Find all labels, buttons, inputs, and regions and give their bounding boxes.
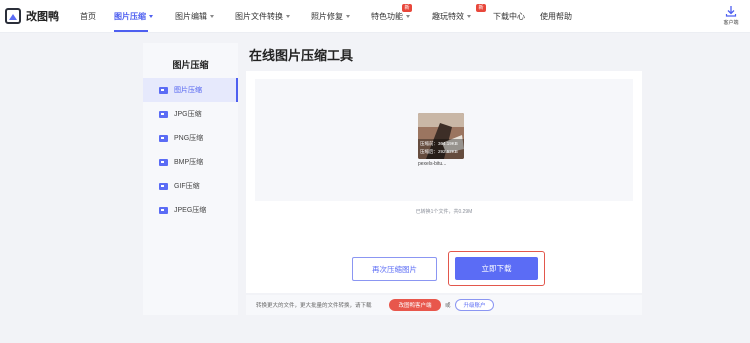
page-title: 在线图片压缩工具 (249, 48, 354, 63)
size-after-label: 压缩后：292.52KB (420, 149, 458, 154)
nav-fun-effects-label: 趣玩特效 (432, 12, 464, 21)
logo-icon (5, 8, 21, 24)
new-badge: 新 (476, 4, 486, 12)
download-now-button[interactable]: 立即下载 (455, 257, 538, 280)
image-icon (159, 134, 168, 142)
chevron-down-icon (346, 15, 350, 19)
upgrade-account-button[interactable]: 升级账户 (455, 299, 494, 311)
client-download-button[interactable]: 客户端 (718, 5, 744, 26)
nav-home[interactable]: 首页 (80, 11, 96, 22)
file-name: pexels-bitu... (418, 161, 447, 167)
sidebar-item-label: PNG压缩 (174, 135, 204, 142)
result-panel: 压缩前：364.19KB 压缩后：292.52KB pexels-bitu...… (246, 71, 642, 293)
nav-image-edit-label: 图片编辑 (175, 12, 207, 21)
chevron-down-icon (467, 15, 471, 19)
chevron-down-icon (149, 15, 153, 19)
chevron-down-icon (210, 15, 214, 19)
sidebar: 图片压缩 图片压缩 JPG压缩 PNG压缩 BMP压缩 GIF压缩 JPEG压缩 (143, 43, 238, 315)
nav-image-compress-label: 图片压缩 (114, 12, 146, 21)
file-thumbnail[interactable]: 压缩前：364.19KB 压缩后：292.52KB (418, 113, 464, 159)
client-download-pill-button[interactable]: 改图鸭客户端 (389, 299, 441, 311)
image-icon (159, 206, 168, 214)
logo[interactable]: 改图鸭 (5, 8, 59, 24)
sidebar-item-gif[interactable]: GIF压缩 (143, 174, 238, 198)
logo-text: 改图鸭 (26, 11, 59, 23)
upgrade-prompt-text: 转换更大的文件，更大批量的文件转换，请下载 (256, 303, 372, 309)
nav-help[interactable]: 使用帮助 (540, 11, 572, 22)
chevron-down-icon (286, 15, 290, 19)
top-navbar: 改图鸭 首页 图片压缩 图片编辑 图片文件转换 照片修复 特色功能 趣玩特效 下… (0, 0, 750, 33)
or-text: 或 (445, 303, 451, 309)
download-icon (725, 6, 737, 17)
nav-active-indicator (114, 30, 148, 32)
nav-photo-repair-label: 照片修复 (311, 12, 343, 21)
sidebar-item-image-compress[interactable]: 图片压缩 (143, 78, 238, 102)
image-icon (159, 158, 168, 166)
file-preview-area: 压缩前：364.19KB 压缩后：292.52KB pexels-bitu... (255, 79, 633, 201)
sidebar-item-label: JPG压缩 (174, 111, 202, 118)
sidebar-item-png[interactable]: PNG压缩 (143, 126, 238, 150)
new-badge: 新 (402, 4, 412, 12)
nav-fun-effects[interactable]: 趣玩特效 (432, 11, 471, 22)
upgrade-prompt-bar: 转换更大的文件，更大批量的文件转换，请下载 改图鸭客户端 或 升级账户 (246, 295, 642, 315)
image-icon (159, 110, 168, 118)
sidebar-item-label: 图片压缩 (174, 87, 202, 94)
image-icon (159, 182, 168, 190)
nav-image-edit[interactable]: 图片编辑 (175, 11, 214, 22)
sidebar-title: 图片压缩 (172, 60, 209, 70)
sidebar-item-bmp[interactable]: BMP压缩 (143, 150, 238, 174)
nav-special-features[interactable]: 特色功能 (371, 11, 410, 22)
image-icon (159, 86, 168, 94)
client-download-label: 客户端 (723, 20, 739, 26)
conversion-summary: 已转换1个文件，共0.29M (415, 209, 473, 215)
sidebar-item-label: GIF压缩 (174, 183, 200, 190)
sidebar-item-label: BMP压缩 (174, 159, 204, 166)
nav-photo-repair[interactable]: 照片修复 (311, 11, 350, 22)
sidebar-item-jpeg[interactable]: JPEG压缩 (143, 198, 238, 222)
chevron-down-icon (406, 15, 410, 19)
nav-file-convert-label: 图片文件转换 (235, 12, 283, 21)
size-before-label: 压缩前：364.19KB (420, 141, 458, 146)
sidebar-item-label: JPEG压缩 (174, 207, 207, 214)
nav-download-center[interactable]: 下载中心 (493, 11, 525, 22)
nav-special-features-label: 特色功能 (371, 12, 403, 21)
nav-image-compress[interactable]: 图片压缩 (114, 11, 153, 22)
sidebar-item-jpg[interactable]: JPG压缩 (143, 102, 238, 126)
compress-again-button[interactable]: 再次压缩图片 (352, 257, 437, 281)
nav-file-convert[interactable]: 图片文件转换 (235, 11, 290, 22)
